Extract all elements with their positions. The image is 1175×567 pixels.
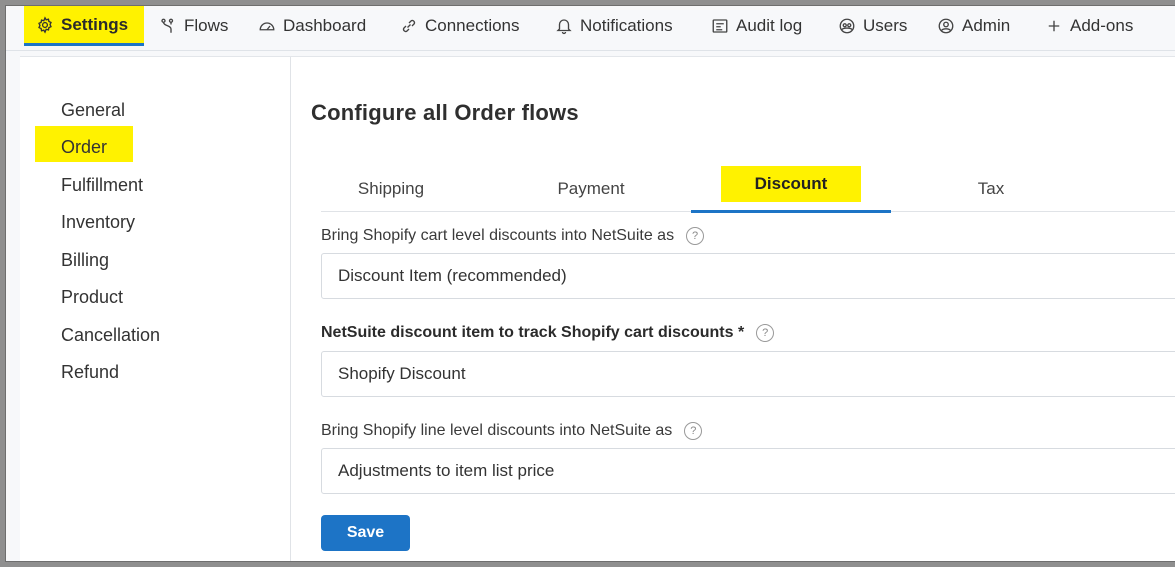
- gauge-icon: [258, 17, 276, 35]
- discount-item-select[interactable]: Shopify Discount: [321, 351, 1175, 397]
- page-title: Configure all Order flows: [311, 100, 579, 125]
- settings-panel: General Order Fulfillment Inventory Bill…: [20, 56, 1175, 561]
- tab-payment-label: Payment: [557, 179, 625, 198]
- nav-add-ons[interactable]: Add-ons: [1045, 6, 1133, 46]
- line-discount-value: Adjustments to item list price: [338, 461, 555, 480]
- admin-user-icon: [937, 17, 955, 35]
- nav-connections-label: Connections: [425, 16, 520, 35]
- sidebar-item-general[interactable]: General: [61, 97, 125, 123]
- save-button[interactable]: Save: [321, 515, 410, 551]
- gear-icon: [36, 15, 54, 34]
- bell-icon: [555, 17, 573, 35]
- nav-users-label: Users: [863, 16, 908, 35]
- nav-audit-log[interactable]: Audit log: [711, 6, 802, 46]
- help-icon[interactable]: ?: [686, 227, 705, 245]
- users-icon: [838, 17, 856, 35]
- tab-tax-label: Tax: [977, 179, 1005, 198]
- cart-discount-value: Discount Item (recommended): [338, 266, 567, 285]
- nav-settings-label: Settings: [61, 14, 129, 34]
- sidebar-item-billing[interactable]: Billing: [61, 247, 109, 273]
- nav-flows-label: Flows: [184, 16, 229, 35]
- nav-admin[interactable]: Admin: [937, 6, 1010, 46]
- audit-log-icon: [711, 17, 729, 35]
- top-navigation: Settings Flows Dashboard Connections Not…: [6, 6, 1175, 51]
- discount-item-label: NetSuite discount item to track Shopify …: [321, 324, 745, 341]
- cart-discount-select[interactable]: Discount Item (recommended): [321, 253, 1175, 299]
- tab-discount-label: Discount: [720, 165, 862, 202]
- help-icon[interactable]: ?: [684, 422, 703, 440]
- tab-tax[interactable]: Tax: [891, 167, 1091, 211]
- line-discount-select[interactable]: Adjustments to item list price: [321, 448, 1175, 494]
- tab-shipping[interactable]: Shipping: [291, 167, 491, 211]
- nav-settings[interactable]: Settings: [24, 6, 145, 46]
- help-icon[interactable]: ?: [756, 324, 775, 342]
- order-tabs: Shipping Payment Discount Tax: [321, 165, 1175, 213]
- nav-add-ons-label: Add-ons: [1070, 16, 1134, 35]
- discount-item-label-row: NetSuite discount item to track Shopify …: [321, 324, 775, 342]
- nav-notifications-label: Notifications: [580, 16, 673, 35]
- nav-audit-log-label: Audit log: [736, 16, 803, 35]
- nav-dashboard[interactable]: Dashboard: [258, 6, 366, 46]
- sidebar-item-fulfillment[interactable]: Fulfillment: [61, 172, 143, 198]
- main-content: Configure all Order flows Shipping Payme…: [291, 57, 1175, 561]
- nav-users[interactable]: Users: [838, 6, 907, 46]
- nav-connections[interactable]: Connections: [400, 6, 520, 46]
- sidebar-item-refund[interactable]: Refund: [61, 359, 119, 385]
- discount-item-value: Shopify Discount: [338, 364, 466, 383]
- app-window: Settings Flows Dashboard Connections Not…: [6, 6, 1175, 561]
- settings-sidebar: General Order Fulfillment Inventory Bill…: [20, 57, 291, 561]
- link-icon: [400, 17, 418, 35]
- sidebar-item-product[interactable]: Product: [61, 284, 123, 310]
- cart-discount-label: Bring Shopify cart level discounts into …: [321, 227, 675, 244]
- sidebar-item-order[interactable]: Order: [35, 126, 134, 162]
- nav-notifications[interactable]: Notifications: [555, 6, 673, 46]
- nav-flows[interactable]: Flows: [159, 6, 228, 46]
- plus-icon: [1045, 17, 1063, 35]
- line-discount-label-row: Bring Shopify line level discounts into …: [321, 422, 703, 440]
- flows-icon: [159, 17, 177, 35]
- tab-shipping-label: Shipping: [357, 179, 425, 198]
- nav-admin-label: Admin: [962, 16, 1011, 35]
- line-discount-label: Bring Shopify line level discounts into …: [321, 422, 673, 439]
- sidebar-item-cancellation[interactable]: Cancellation: [61, 322, 160, 348]
- cart-discount-label-row: Bring Shopify cart level discounts into …: [321, 227, 705, 245]
- tab-discount[interactable]: Discount: [691, 165, 891, 213]
- sidebar-item-inventory[interactable]: Inventory: [61, 209, 135, 235]
- tab-payment[interactable]: Payment: [491, 167, 691, 211]
- nav-dashboard-label: Dashboard: [283, 16, 367, 35]
